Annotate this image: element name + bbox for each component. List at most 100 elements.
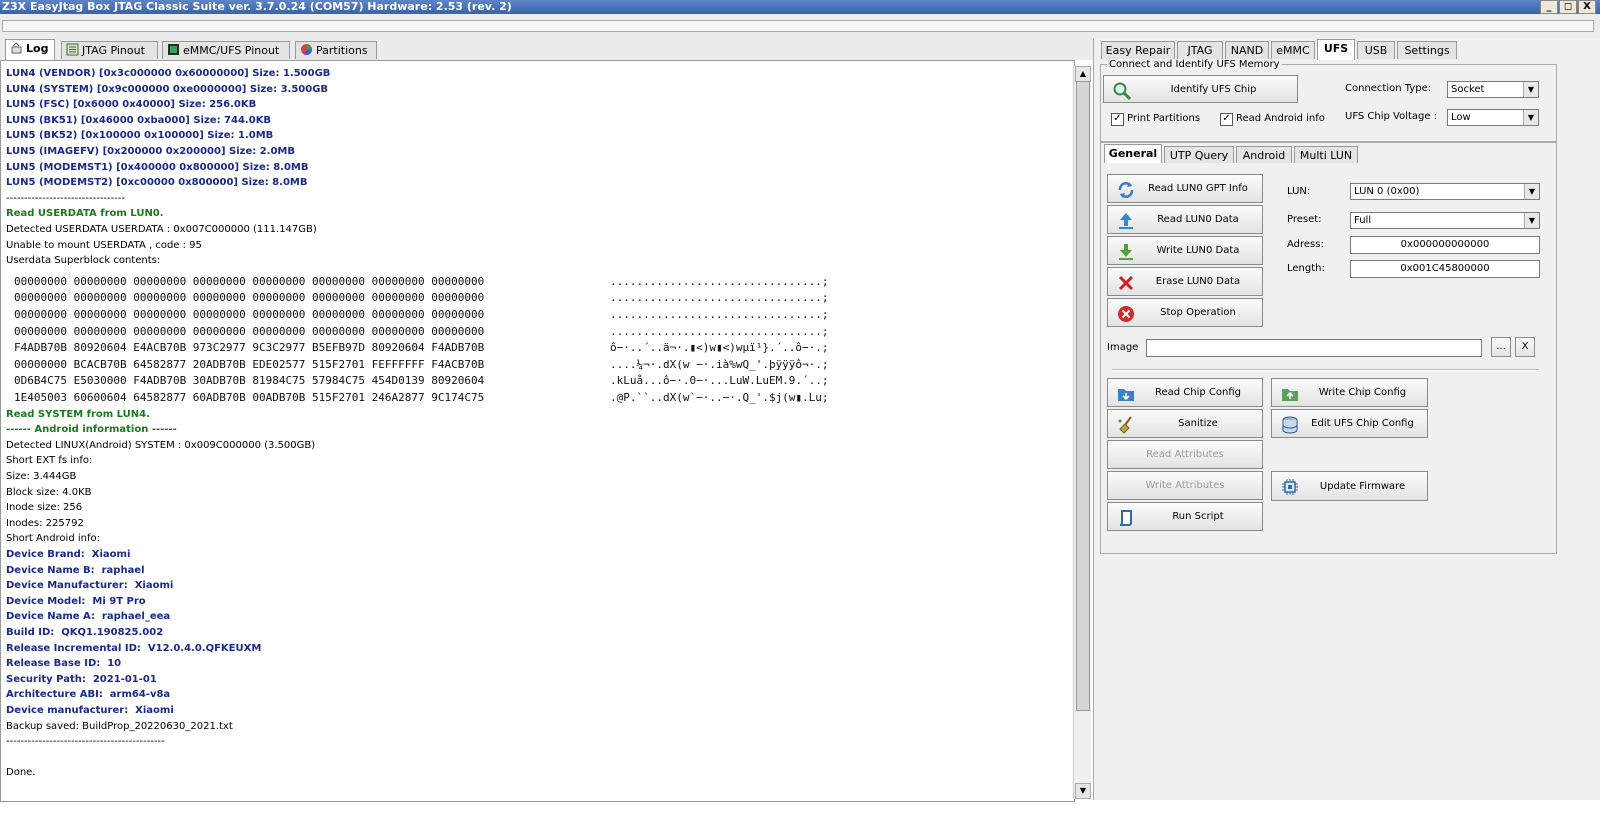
ufs-chip-voltage-select[interactable]: Low ▼ [1447, 109, 1539, 126]
tab-utp-query[interactable]: UTP Query [1164, 146, 1234, 163]
tab-partitions[interactable]: Partitions [295, 41, 377, 59]
ascii-dump-row: .kLuå...ô−·.0−·...LuW.LuEM.9.´..; [610, 374, 829, 388]
browse-button[interactable]: ... [1491, 337, 1511, 357]
log-line: Read USERDATA from LUN0. [6, 208, 164, 220]
script-icon [1116, 508, 1136, 528]
write-chip-config-label: Write Chip Config [1318, 387, 1407, 398]
close-button[interactable]: X [1578, 0, 1596, 14]
ascii-dump-row: ................................; [610, 308, 829, 321]
ascii-dump-row: ....¼¬·.dX(w −·.ià%wQ_'.þÿÿÿô¬·.; [610, 357, 829, 371]
inner-tab-bar: General UTP Query Android Multi LUN [1104, 144, 1554, 164]
log-line: Device Brand: Xiaomi [6, 549, 131, 560]
log-line: ------ Android information ------ [6, 424, 177, 436]
run-script-button[interactable]: Run Script [1107, 502, 1263, 531]
image-path-input[interactable] [1146, 339, 1482, 357]
tab-nand[interactable]: NAND [1225, 41, 1269, 59]
log-line: Device Model: Mi 9T Pro [6, 595, 146, 607]
maximize-button[interactable]: ◻ [1559, 0, 1577, 14]
log-line: Release Incremental ID: V12.0.4.0.QFKEUX… [6, 642, 262, 654]
update-firmware-button[interactable]: Update Firmware [1271, 471, 1428, 501]
stop-operation-button[interactable]: Stop Operation [1107, 298, 1263, 327]
chevron-down-icon: ▼ [1523, 110, 1538, 125]
log-line: LUN5 (BK51) [0x46000 0xba000] Size: 744.… [6, 114, 272, 126]
erase-icon [1116, 273, 1136, 293]
tab-settings[interactable]: Settings [1397, 41, 1457, 59]
right-panel: Easy Repair JTAG NAND eMMC UFS USB Setti… [1093, 38, 1600, 800]
log-output[interactable]: LUN4 (VENDOR) [0x3c000000 0x60000000] Si… [0, 60, 1075, 802]
log-line: LUN5 (IMAGEFV) [0x200000 0x200000] Size:… [6, 146, 296, 157]
right-tab-bar: Easy Repair JTAG NAND eMMC UFS USB Setti… [1094, 38, 1600, 60]
write-attributes-button[interactable]: Write Attributes [1107, 471, 1263, 500]
tab-android[interactable]: Android [1236, 146, 1292, 163]
write-lun0-data-button[interactable]: Write LUN0 Data [1107, 236, 1263, 265]
length-input[interactable]: 0x001C45800000 [1350, 260, 1540, 278]
read-lun0-data-button[interactable]: Read LUN0 Data [1107, 205, 1263, 234]
log-line: LUN4 (VENDOR) [0x3c000000 0x60000000] Si… [6, 68, 331, 79]
print-partitions-checkbox[interactable]: ✓ [1111, 113, 1124, 126]
clear-image-button[interactable]: X [1515, 337, 1535, 357]
tab-emmc-ufs-pinout-label: eMMC/UFS Pinout [183, 44, 280, 57]
run-script-label: Run Script [1172, 511, 1224, 522]
read-attributes-label: Read Attributes [1146, 449, 1224, 460]
log-line: LUN4 (SYSTEM) [0x9c000000 0xe0000000] Si… [6, 83, 329, 95]
tab-log-label: Log [26, 42, 49, 55]
log-scrollbar[interactable]: ▲ ▼ [1073, 66, 1091, 799]
scroll-up-arrow-icon[interactable]: ▲ [1075, 66, 1091, 82]
read-attributes-button[interactable]: Read Attributes [1107, 440, 1263, 469]
log-line: Security Path: 2021-01-01 [6, 673, 157, 685]
tab-multi-lun[interactable]: Multi LUN [1294, 146, 1358, 163]
chevron-down-icon: ▼ [1524, 213, 1539, 228]
lun-select[interactable]: LUN 0 (0x00) ▼ [1350, 183, 1540, 200]
log-line: Device Name B: raphael [6, 564, 145, 576]
minimize-button[interactable]: _ [1540, 0, 1558, 14]
scroll-down-arrow-icon[interactable]: ▼ [1075, 783, 1091, 799]
erase-lun0-data-button[interactable]: Erase LUN0 Data [1107, 267, 1263, 296]
identify-ufs-chip-label: Identify UFS Chip [1170, 83, 1257, 95]
tab-jtag-pinout[interactable]: JTAG Pinout [61, 41, 158, 59]
ascii-dump-row: ô−·..´..ä¬·.▮<)w▮<)wµï¹}.´..ô−·.; [610, 341, 829, 355]
write-chip-config-button[interactable]: Write Chip Config [1271, 378, 1428, 407]
read-android-info-checkbox[interactable]: ✓ [1220, 113, 1233, 126]
connection-type-select[interactable]: Socket ▼ [1447, 81, 1539, 98]
scroll-thumb[interactable] [1076, 81, 1090, 711]
tab-easy-repair[interactable]: Easy Repair [1101, 41, 1175, 59]
tab-emmc-ufs-pinout[interactable]: eMMC/UFS Pinout [162, 41, 290, 59]
identify-ufs-chip-button[interactable]: Identify UFS Chip [1103, 75, 1298, 103]
chevron-down-icon: ▼ [1523, 82, 1538, 97]
tab-usb[interactable]: USB [1357, 41, 1395, 59]
log-icon [10, 41, 23, 54]
log-line: Backup saved: BuildProp_20220630_2021.tx… [6, 720, 233, 732]
address-input[interactable]: 0x000000000000 [1350, 236, 1540, 254]
hex-dump-row: 00000000 BCACB70B 64582877 20ADB70B EDE0… [14, 357, 485, 371]
tab-ufs[interactable]: UFS [1317, 39, 1355, 60]
connection-type-value: Socket [1451, 84, 1485, 95]
hex-dump-row: 00000000 00000000 00000000 00000000 0000… [14, 308, 485, 321]
preset-select[interactable]: Full ▼ [1350, 212, 1540, 229]
log-line: Short EXT fs info: [6, 455, 93, 467]
preset-label: Preset: [1287, 214, 1322, 225]
log-line: Detected LINUX(Android) SYSTEM : 0x009C0… [6, 439, 316, 451]
database-icon [1280, 415, 1300, 435]
sanitize-button[interactable]: Sanitize [1107, 409, 1263, 438]
divider [1112, 369, 1539, 371]
ascii-dump-row: ................................; [610, 291, 829, 305]
jtag-pinout-icon [66, 43, 79, 56]
connect-group: Connect and Identify UFS Memory Identify… [1100, 59, 1557, 142]
tab-log[interactable]: Log [5, 39, 55, 60]
hex-dump-row: F4ADB70B 80920604 E4ACB70B 973C2977 9C3C… [14, 341, 485, 355]
tab-partitions-label: Partitions [316, 44, 368, 57]
edit-ufs-chip-config-button[interactable]: Edit UFS Chip Config [1271, 409, 1428, 438]
title-bar: Z3X EasyJtag Box JTAG Classic Suite ver.… [0, 0, 1600, 14]
tab-general[interactable]: General [1104, 144, 1162, 163]
read-chip-config-button[interactable]: Read Chip Config [1107, 378, 1263, 407]
broom-icon [1116, 415, 1136, 435]
read-android-info-label: Read Android info [1236, 113, 1325, 124]
read-lun0-gpt-info-button[interactable]: Read LUN0 GPT Info [1107, 174, 1263, 203]
log-line: ----------------------------------------… [6, 736, 165, 748]
log-line: Inode size: 256 [6, 502, 83, 514]
tab-emmc[interactable]: eMMC [1271, 41, 1315, 59]
operation-progress-bar [2, 20, 1594, 32]
log-line: Size: 3.444GB [6, 471, 77, 482]
refresh-icon [1116, 180, 1136, 200]
tab-jtag[interactable]: JTAG [1177, 41, 1223, 59]
